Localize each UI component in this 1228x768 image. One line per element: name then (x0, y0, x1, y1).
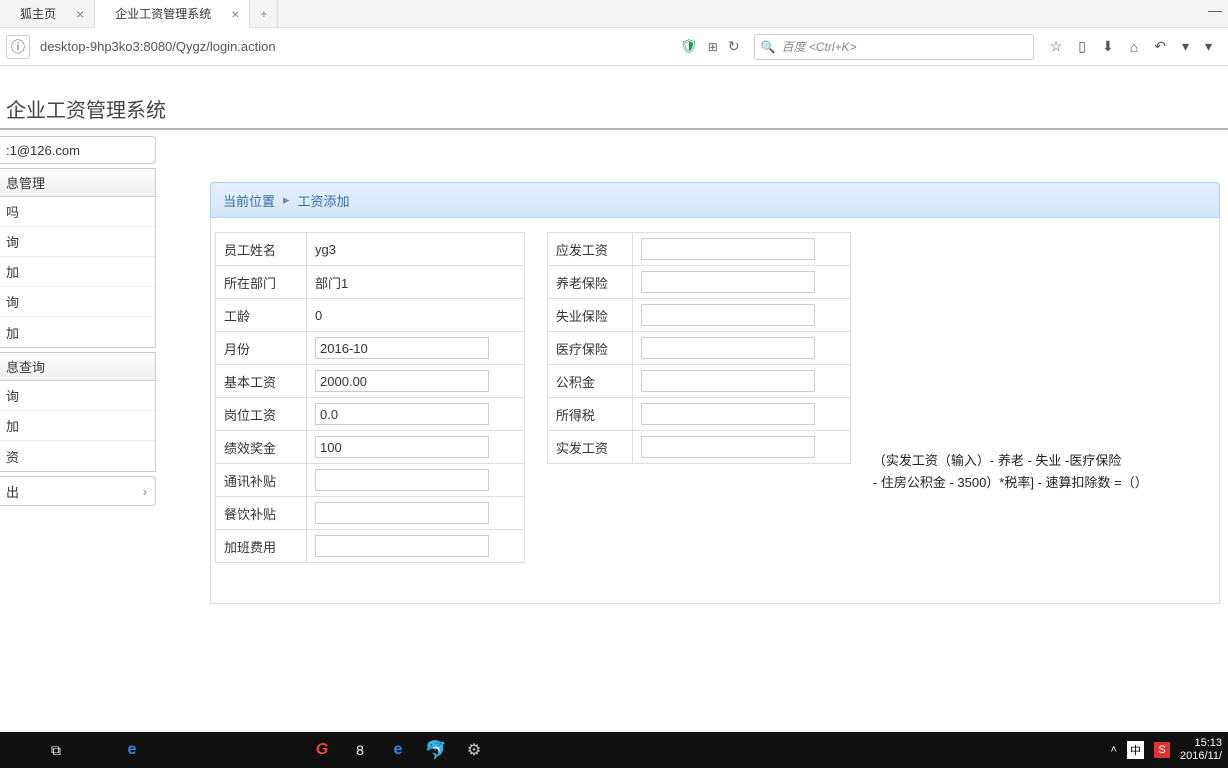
label-base-salary: 基本工资 (216, 365, 307, 398)
app-icon[interactable] (158, 738, 182, 762)
settings-icon[interactable]: ⚙ (462, 738, 486, 762)
label-overtime: 加班费用 (216, 530, 307, 563)
sidebar-group-info: 息管理 (0, 169, 155, 197)
value-name: yg3 (315, 242, 336, 257)
arrow-right-icon: › (143, 484, 147, 499)
sidebar-exit[interactable]: 出 › (0, 476, 156, 506)
app-icon[interactable] (272, 738, 296, 762)
label-due-pay: 应发工资 (547, 233, 632, 266)
sidebar-item[interactable]: 加 (0, 411, 155, 441)
label-tax: 所得税 (547, 398, 632, 431)
tax-input[interactable] (641, 403, 815, 425)
dropdown-icon[interactable]: ▾ (1182, 38, 1189, 55)
sidebar-item[interactable]: 询 (0, 227, 155, 257)
label-fund: 公积金 (547, 365, 632, 398)
label-seniority: 工龄 (216, 299, 307, 332)
user-badge: : 1@126.com (0, 136, 156, 164)
meal-allow-input[interactable] (315, 502, 489, 524)
url-input[interactable] (36, 34, 666, 60)
post-salary-input[interactable] (315, 403, 489, 425)
label-post-salary: 岗位工资 (216, 398, 307, 431)
label-medical: 医疗保险 (547, 332, 632, 365)
shield-icon[interactable]: 🛡 (680, 38, 698, 55)
comm-allow-input[interactable] (315, 469, 489, 491)
download-icon[interactable]: ⬇ (1102, 38, 1114, 55)
salary-form-right: 应发工资 养老保险 失业保险 医疗保险 (547, 232, 851, 464)
home-icon[interactable]: ⌂ (1130, 39, 1138, 55)
file-explorer-icon[interactable] (82, 738, 106, 762)
sidebar-item[interactable]: 询 (0, 381, 155, 411)
reload-icon[interactable]: ↻ (728, 38, 740, 55)
due-pay-input[interactable] (641, 238, 815, 260)
breadcrumb-label: 当前位置 (223, 191, 275, 210)
month-input[interactable] (315, 337, 489, 359)
medical-input[interactable] (641, 337, 815, 359)
salary-form-left: 员工姓名 yg3 所在部门 部门1 工龄 0 月份 (215, 232, 525, 563)
unemployment-input[interactable] (641, 304, 815, 326)
clock[interactable]: 15:13 2016/11/ (1180, 737, 1222, 763)
close-icon[interactable]: × (231, 6, 239, 22)
back-icon[interactable]: ↶ (1154, 38, 1166, 55)
label-month: 月份 (216, 332, 307, 365)
tab-home[interactable]: 狐主页 × (0, 0, 95, 28)
tab-app[interactable]: 企业工资管理系统 × (95, 0, 250, 28)
address-bar: ⓘ 🛡 ⊞ ↻ 🔍 百度 <Ctrl+K> ☆ ▯ ⬇ ⌂ ↶ ▾ ▾ (0, 28, 1228, 66)
label-bonus: 绩效奖金 (216, 431, 307, 464)
search-input[interactable]: 🔍 百度 <Ctrl+K> (754, 34, 1034, 60)
sidebar-group-query: 息查询 (0, 353, 155, 381)
browser-tabs: 狐主页 × 企业工资管理系统 × + (0, 0, 1228, 28)
tab-label: 企业工资管理系统 (115, 5, 211, 22)
sidebar: : 1@126.com 息管理 吗 询 加 询 加 息查询 询 加 资 出 › (0, 130, 156, 690)
search-icon: 🔍 (761, 40, 776, 54)
tray-chevron-icon[interactable]: ˄ (1111, 744, 1117, 756)
app-icon[interactable]: 8 (348, 738, 372, 762)
label-meal-allow: 餐饮补贴 (216, 497, 307, 530)
firefox-icon[interactable] (234, 738, 258, 762)
formula-text: （实发工资（输入）- 养老 - 失业 -医疗保险 - 住房公积金 - 3500）… (873, 232, 1215, 494)
overtime-input[interactable] (315, 535, 489, 557)
sidebar-item[interactable]: 吗 (0, 197, 155, 227)
ie-icon[interactable]: e (386, 738, 410, 762)
taskbar: ⧉ e G 8 e 🐬 ⚙ ˄ 中 S 15:13 2016/11/ (0, 732, 1228, 768)
new-tab-button[interactable]: + (250, 0, 278, 28)
library-icon[interactable]: ▯ (1078, 38, 1086, 55)
net-pay-input[interactable] (641, 436, 815, 458)
app-icon[interactable] (196, 738, 220, 762)
search-placeholder: 百度 <Ctrl+K> (782, 38, 857, 55)
sidebar-item[interactable]: 资 (0, 441, 155, 471)
label-comm-allow: 通讯补贴 (216, 464, 307, 497)
close-icon[interactable]: × (76, 6, 84, 22)
value-seniority: 0 (315, 308, 322, 323)
bonus-input[interactable] (315, 436, 489, 458)
tab-label: 狐主页 (20, 5, 56, 22)
base-salary-input[interactable] (315, 370, 489, 392)
site-identity-icon[interactable]: ⓘ (6, 35, 30, 59)
label-unemployment: 失业保险 (547, 299, 632, 332)
value-dept: 部门1 (315, 276, 348, 291)
mysql-icon[interactable]: 🐬 (424, 738, 448, 762)
sidebar-item[interactable]: 询 (0, 287, 155, 317)
tray-app-icon[interactable]: S (1154, 742, 1170, 758)
ime-indicator[interactable]: 中 (1127, 741, 1144, 759)
page-title: 企业工资管理系统 (0, 88, 1228, 130)
breadcrumb: 当前位置 ▸ 工资添加 (210, 182, 1220, 218)
bookmark-icon[interactable]: ☆ (1050, 38, 1063, 55)
chevron-right-icon: ▸ (283, 192, 290, 208)
label-net-pay: 实发工资 (547, 431, 632, 464)
breadcrumb-current[interactable]: 工资添加 (298, 191, 350, 210)
reader-icon[interactable]: ⊞ (708, 40, 718, 54)
pension-input[interactable] (641, 271, 815, 293)
more-icon[interactable]: ▾ (1205, 38, 1212, 55)
label-pension: 养老保险 (547, 266, 632, 299)
label-name: 员工姓名 (216, 233, 307, 266)
fund-input[interactable] (641, 370, 815, 392)
sidebar-item[interactable]: 加 (0, 317, 155, 347)
start-button[interactable] (6, 738, 30, 762)
task-view-icon[interactable]: ⧉ (44, 738, 68, 762)
app-icon[interactable]: G (310, 738, 334, 762)
sidebar-item[interactable]: 加 (0, 257, 155, 287)
window-minimize-icon[interactable]: — (1208, 2, 1222, 18)
label-dept: 所在部门 (216, 266, 307, 299)
edge-icon[interactable]: e (120, 738, 144, 762)
